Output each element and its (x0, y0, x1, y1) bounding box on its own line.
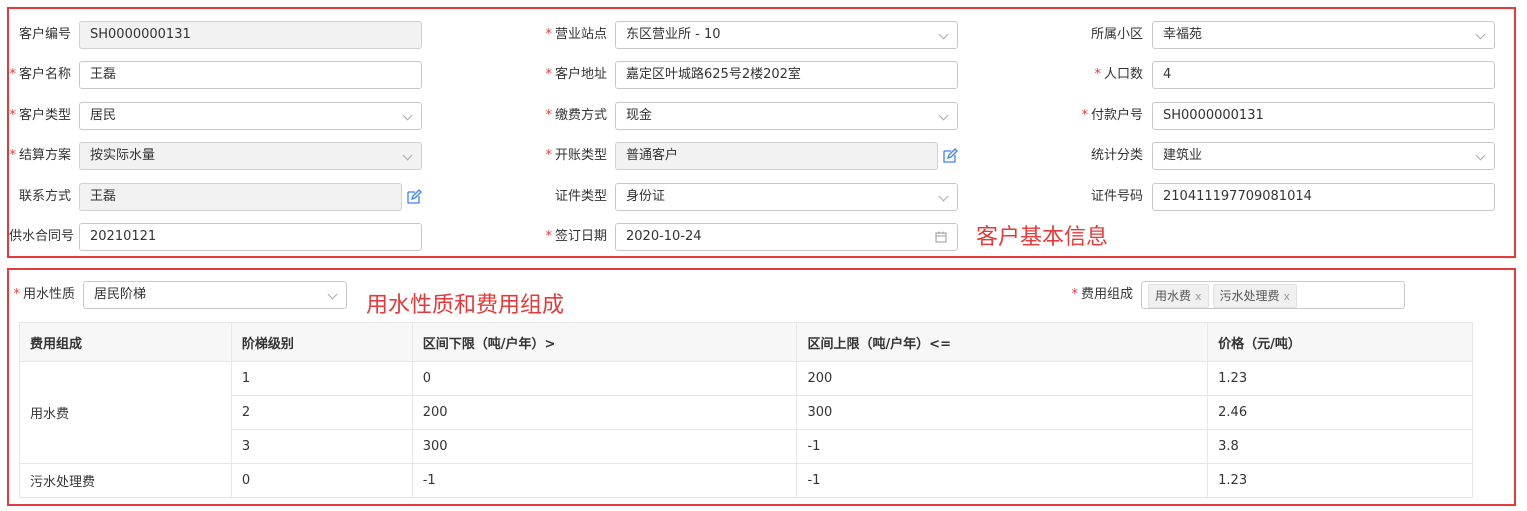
contact-label: 联系方式 (18, 189, 71, 204)
tag-close-icon[interactable]: x (1284, 290, 1291, 303)
fee-comp-multiselect[interactable]: 用水费 x 污水处理费 x (1141, 281, 1405, 309)
payer-no-input[interactable]: SH0000000131 (1152, 102, 1495, 130)
water-top-row: * 用水性质 居民阶梯 用水性质和费用组成 * 费用组成 用水费 x 污水处理费 x (9, 281, 1514, 318)
table-header-row: 费用组成 阶梯级别 区间下限（吨/户年）> 区间上限（吨/户年）<= 价格（元/… (19, 322, 1473, 362)
lower-cell: -1 (412, 463, 798, 498)
fee-group-cell: 污水处理费 (19, 463, 232, 498)
chevron-down-icon (402, 150, 413, 161)
community-label: 所属小区 (1090, 27, 1143, 42)
col-tier: 阶梯级别 (231, 322, 413, 362)
form-row-6: 供水合同号 20210121 * 签订日期 2020-10-24 客户基本信息 (9, 223, 1514, 253)
table-row: 3 300 -1 3.8 (20, 429, 1473, 464)
id-no-label: 证件号码 (1090, 189, 1143, 204)
customer-name-input[interactable]: 王磊 (79, 61, 422, 89)
fee-tag: 用水费 x (1148, 284, 1209, 308)
id-no-input[interactable]: 210411197709081014 (1152, 183, 1495, 211)
price-cell: 2.46 (1207, 395, 1473, 430)
customer-address-input[interactable]: 嘉定区叶城路625号2楼202室 (615, 61, 958, 89)
stat-category-select[interactable]: 建筑业 (1152, 142, 1495, 170)
upper-cell: 200 (796, 361, 1209, 396)
population-input[interactable]: 4 (1152, 61, 1495, 89)
basic-info-annotation: 客户基本信息 (976, 225, 1109, 250)
station-select[interactable]: 东区营业所 - 10 (615, 21, 958, 49)
billing-type-label: * 开账类型 (545, 148, 607, 163)
sign-date-picker[interactable]: 2020-10-24 (615, 223, 958, 251)
community-select[interactable]: 幸福苑 (1152, 21, 1495, 49)
table-row: 污水处理费 0 -1 -1 1.23 (19, 463, 1473, 498)
chevron-down-icon (938, 110, 949, 121)
billing-type-field[interactable]: 普通客户 (615, 142, 938, 170)
tier-cell: 1 (231, 361, 413, 396)
id-type-select[interactable]: 身份证 (615, 183, 958, 211)
customer-address-label: * 客户地址 (545, 67, 607, 82)
id-type-label: 证件类型 (554, 189, 607, 204)
tier-cell: 0 (231, 463, 413, 498)
water-fee-annotation: 用水性质和费用组成 (366, 293, 565, 318)
chevron-down-icon (1475, 29, 1486, 40)
water-nature-label: * 用水性质 (13, 287, 75, 302)
price-cell: 1.23 (1207, 463, 1473, 498)
price-cell: 3.8 (1207, 429, 1473, 464)
tier-cell: 3 (231, 429, 413, 464)
form-row-4: * 结算方案 按实际水量 * 开账类型 普通客户 统计分类 建筑业 (9, 142, 1514, 172)
settlement-select[interactable]: 按实际水量 (79, 142, 422, 170)
payer-no-label: * 付款户号 (1081, 108, 1143, 123)
upper-cell: -1 (796, 463, 1209, 498)
customer-basic-info-panel: 客户编号 SH0000000131 * 营业站点 东区营业所 - 10 所属小区 … (7, 7, 1516, 258)
payment-method-label: * 缴费方式 (545, 108, 607, 123)
sign-date-label: * 签订日期 (545, 229, 607, 244)
tier-cell: 2 (231, 395, 413, 430)
chevron-down-icon (327, 289, 338, 300)
water-nature-select[interactable]: 居民阶梯 (83, 281, 347, 309)
tag-close-icon[interactable]: x (1195, 290, 1202, 303)
contact-field[interactable]: 王磊 (79, 183, 402, 211)
upper-cell: -1 (796, 429, 1209, 464)
col-price: 价格（元/吨） (1207, 322, 1473, 362)
lower-cell: 0 (412, 361, 798, 396)
stat-category-label: 统计分类 (1090, 148, 1143, 163)
form-row-2: * 客户名称 王磊 * 客户地址 嘉定区叶城路625号2楼202室 * 人口数 4 (9, 61, 1514, 91)
customer-type-select[interactable]: 居民 (79, 102, 422, 130)
payment-method-select[interactable]: 现金 (615, 102, 958, 130)
chevron-down-icon (938, 191, 949, 202)
chevron-down-icon (402, 110, 413, 121)
form-row-5: 联系方式 王磊 证件类型 身份证 证件号码 210411197709081014 (9, 183, 1514, 213)
lower-cell: 200 (412, 395, 798, 430)
table-row: 2 200 300 2.46 (20, 395, 1473, 430)
population-label: * 人口数 (1094, 67, 1143, 82)
fee-group-cell: 用水费 (19, 361, 232, 464)
contract-no-input[interactable]: 20210121 (79, 223, 422, 251)
station-label: * 营业站点 (545, 27, 607, 42)
lower-cell: 300 (412, 429, 798, 464)
form-row-1: 客户编号 SH0000000131 * 营业站点 东区营业所 - 10 所属小区 … (9, 21, 1514, 51)
customer-type-label: * 客户类型 (9, 108, 71, 123)
customer-name-label: * 客户名称 (9, 67, 71, 82)
tier-price-table: 费用组成 阶梯级别 区间下限（吨/户年）> 区间上限（吨/户年）<= 价格（元/… (19, 322, 1473, 498)
col-upper: 区间上限（吨/户年）<= (796, 322, 1209, 362)
fee-comp-label: * 费用组成 (1071, 287, 1133, 302)
contract-no-label: 供水合同号 (9, 229, 75, 244)
water-fee-panel: * 用水性质 居民阶梯 用水性质和费用组成 * 费用组成 用水费 x 污水处理费 x 费用… (7, 268, 1516, 506)
customer-no-field[interactable]: SH0000000131 (79, 21, 422, 49)
fee-tag: 污水处理费 x (1212, 284, 1298, 308)
table-row: 用水费 1 0 200 1.23 (19, 361, 1473, 464)
chevron-down-icon (938, 29, 949, 40)
price-cell: 1.23 (1207, 361, 1473, 396)
settlement-label: * 结算方案 (9, 148, 71, 163)
col-fee-comp: 费用组成 (19, 322, 232, 362)
chevron-down-icon (1475, 150, 1486, 161)
upper-cell: 300 (796, 395, 1209, 430)
edit-icon[interactable] (942, 148, 958, 164)
col-lower: 区间下限（吨/户年）> (412, 322, 798, 362)
edit-icon[interactable] (406, 189, 422, 205)
customer-no-label: 客户编号 (18, 27, 71, 42)
calendar-icon (935, 231, 947, 243)
form-row-3: * 客户类型 居民 * 缴费方式 现金 * 付款户号 SH0000000131 (9, 102, 1514, 132)
